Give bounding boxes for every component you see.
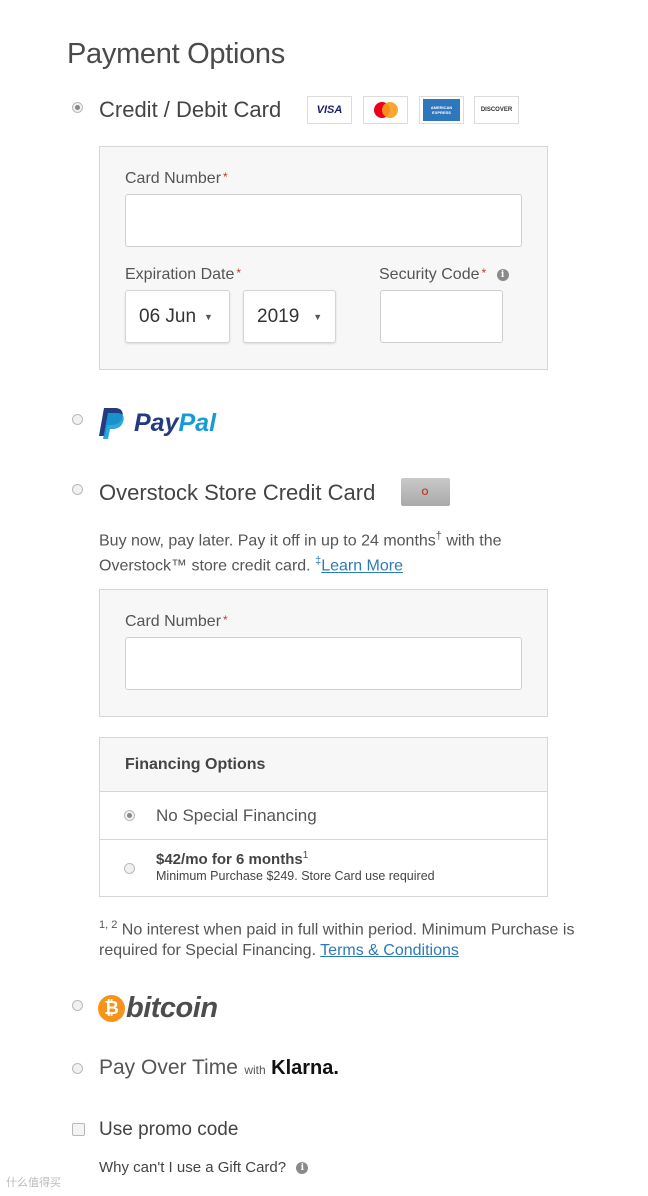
financing-footnote: 1, 2 No interest when paid in full withi…	[99, 919, 575, 960]
credit-card-label[interactable]: Credit / Debit Card	[99, 97, 281, 123]
chevron-down-icon: ▼	[313, 311, 323, 322]
store-card-number-input[interactable]	[125, 637, 522, 690]
store-card-description: Buy now, pay later. Pay it off in up to …	[99, 530, 502, 575]
klarna-radio[interactable]	[72, 1063, 83, 1074]
expiration-year-select[interactable]: 2019 ▼	[243, 290, 336, 343]
mastercard-icon	[363, 96, 408, 124]
gift-card-question[interactable]: Why can't I use a Gift Card? i	[99, 1159, 309, 1176]
page-title: Payment Options	[67, 38, 285, 70]
promo-code-label[interactable]: Use promo code	[99, 1119, 238, 1141]
store-card-radio[interactable]	[72, 484, 83, 495]
card-number-label: Card Number *	[125, 170, 228, 187]
paypal-icon	[99, 408, 124, 439]
paypal-logo[interactable]: Pay Pal	[98, 406, 216, 440]
credit-card-radio[interactable]	[72, 102, 83, 113]
bitcoin-logo[interactable]: ₿ bitcoin	[98, 992, 218, 1025]
bitcoin-radio[interactable]	[72, 1000, 83, 1011]
info-icon[interactable]: i	[496, 268, 509, 281]
visa-icon: VISA	[307, 96, 352, 124]
expiration-date-label: Expiration Date *	[125, 266, 242, 283]
bitcoin-icon: ₿	[98, 995, 125, 1022]
promo-code-checkbox[interactable]	[72, 1123, 85, 1136]
six-month-financing-radio[interactable]	[124, 863, 135, 874]
divider	[100, 839, 547, 840]
discover-icon: DISCOVER	[474, 96, 519, 124]
store-card-number-label: Card Number *	[125, 613, 228, 630]
six-month-financing-option[interactable]: $42/mo for 6 months1 Minimum Purchase $2…	[156, 850, 435, 883]
paypal-radio[interactable]	[72, 414, 83, 425]
learn-more-link[interactable]: Learn More	[321, 558, 403, 575]
terms-conditions-link[interactable]: Terms & Conditions	[320, 942, 459, 959]
security-code-label: Security Code * i	[379, 266, 509, 284]
watermark: 什么值得买	[6, 1177, 61, 1189]
no-special-financing-label[interactable]: No Special Financing	[156, 806, 317, 826]
card-number-input[interactable]	[125, 194, 522, 247]
financing-title: Financing Options	[125, 756, 266, 773]
info-icon[interactable]: i	[296, 1162, 309, 1175]
amex-icon: AMERICAN EXPRESS	[419, 96, 464, 124]
chevron-down-icon: ▼	[204, 311, 213, 322]
security-code-input[interactable]	[380, 290, 503, 343]
klarna-option[interactable]: Pay Over Time with Klarna.	[99, 1056, 339, 1080]
expiration-month-select[interactable]: 06 Jun ▼	[125, 290, 230, 343]
no-special-financing-radio[interactable]	[124, 810, 135, 821]
store-card-image: O	[401, 478, 450, 506]
store-card-label[interactable]: Overstock Store Credit Card	[99, 480, 375, 506]
klarna-logo: Klarna.	[271, 1057, 339, 1079]
